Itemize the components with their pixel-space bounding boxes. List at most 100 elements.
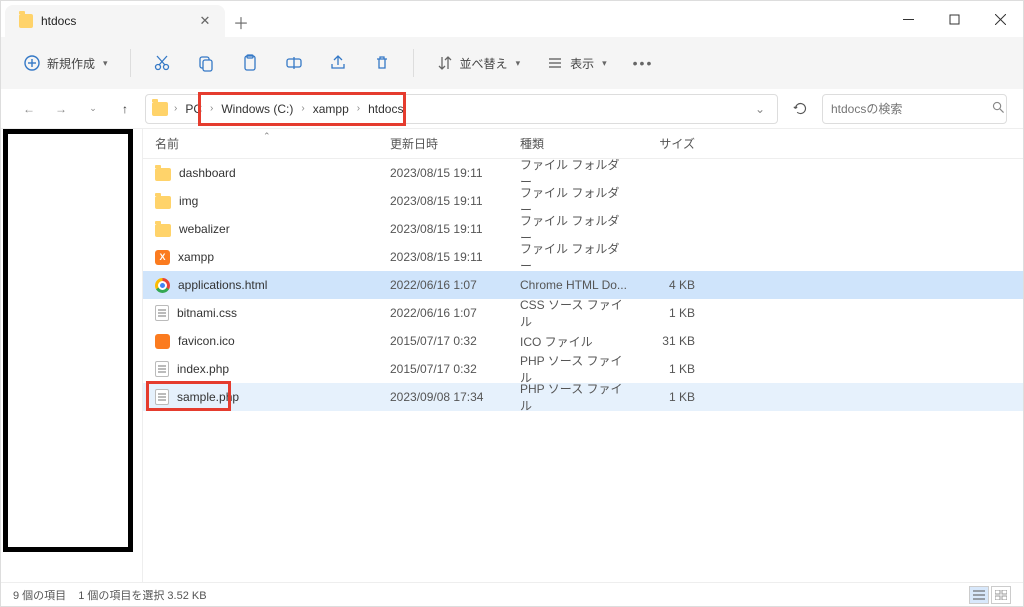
separator xyxy=(130,49,131,77)
search-icon[interactable] xyxy=(992,101,1005,117)
file-list: dashboard2023/08/15 19:11ファイル フォルダーimg20… xyxy=(143,159,1023,582)
nav-arrows: ← → ⌄ ↑ xyxy=(17,97,137,121)
chevron-down-icon[interactable]: ⌄ xyxy=(755,102,765,116)
chevron-down-icon: ▾ xyxy=(516,58,521,69)
window-controls xyxy=(885,1,1023,37)
folder-icon xyxy=(155,168,171,181)
status-count: 9 個の項目 xyxy=(13,587,66,603)
statusbar: 9 個の項目 1 個の項目を選択 3.52 KB xyxy=(1,582,1023,606)
ico-icon xyxy=(155,334,170,349)
up-button[interactable]: ↑ xyxy=(113,97,137,121)
file-row[interactable]: sample.php2023/09/08 17:34PHP ソース ファイル1 … xyxy=(143,383,1023,411)
new-button[interactable]: 新規作成 ▾ xyxy=(13,48,118,78)
scissors-icon xyxy=(153,54,171,72)
column-headers: ⌃ 名前 更新日時 種類 サイズ xyxy=(143,129,1023,159)
share-button[interactable] xyxy=(319,48,357,78)
col-header-date[interactable]: 更新日時 xyxy=(390,135,520,152)
file-name: xampp xyxy=(178,250,214,264)
file-row[interactable]: index.php2015/07/17 0:32PHP ソース ファイル1 KB xyxy=(143,355,1023,383)
list-icon xyxy=(546,54,564,72)
file-row[interactable]: dashboard2023/08/15 19:11ファイル フォルダー xyxy=(143,159,1023,187)
page-icon xyxy=(155,305,169,321)
details-view-button[interactable] xyxy=(969,586,989,604)
sidebar xyxy=(1,129,143,582)
folder-icon xyxy=(155,196,171,209)
view-label: 表示 xyxy=(570,55,594,72)
cell-date: 2023/08/15 19:11 xyxy=(390,250,520,264)
file-row[interactable]: bitnami.css2022/06/16 1:07CSS ソース ファイル1 … xyxy=(143,299,1023,327)
breadcrumb-item[interactable]: Windows (C:) xyxy=(215,100,299,118)
delete-button[interactable] xyxy=(363,48,401,78)
toolbar: 新規作成 ▾ 並べ替え ▾ 表示 ▾ ••• xyxy=(1,37,1023,89)
view-toggle xyxy=(969,586,1011,604)
cell-date: 2022/06/16 1:07 xyxy=(390,306,520,320)
file-name: favicon.ico xyxy=(178,334,235,348)
chevron-right-icon: › xyxy=(210,103,213,114)
cell-size: 1 KB xyxy=(628,306,703,320)
cell-type: ファイル フォルダー xyxy=(520,240,628,274)
cell-name: dashboard xyxy=(155,166,390,181)
cell-date: 2015/07/17 0:32 xyxy=(390,362,520,376)
cut-button[interactable] xyxy=(143,48,181,78)
breadcrumb-item[interactable]: htdocs xyxy=(362,100,409,118)
breadcrumb-item[interactable]: xampp xyxy=(307,100,355,118)
page-icon xyxy=(155,389,169,405)
sort-label: 並べ替え xyxy=(460,55,508,72)
back-button[interactable]: ← xyxy=(17,97,41,121)
maximize-button[interactable] xyxy=(931,1,977,37)
titlebar-drag xyxy=(257,1,885,37)
minimize-button[interactable] xyxy=(885,1,931,37)
chevron-right-icon: › xyxy=(357,103,360,114)
chevron-down-icon: ▾ xyxy=(103,58,108,69)
folder-icon xyxy=(155,224,171,237)
chevron-down-icon: ▾ xyxy=(602,58,607,69)
breadcrumb-item[interactable]: PC xyxy=(179,100,208,118)
copy-icon xyxy=(197,54,215,72)
file-name: index.php xyxy=(177,362,229,376)
file-name: img xyxy=(179,194,198,208)
search-box[interactable] xyxy=(822,94,1007,124)
recent-button[interactable]: ⌄ xyxy=(81,97,105,121)
separator xyxy=(413,49,414,77)
cell-size: 1 KB xyxy=(628,362,703,376)
col-header-size[interactable]: サイズ xyxy=(628,135,703,152)
sort-button[interactable]: 並べ替え ▾ xyxy=(426,48,531,78)
file-row[interactable]: Xxampp2023/08/15 19:11ファイル フォルダー xyxy=(143,243,1023,271)
file-name: webalizer xyxy=(179,222,230,236)
rename-button[interactable] xyxy=(275,48,313,78)
file-row[interactable]: applications.html 2022/06/16 1:07Chrome H… xyxy=(143,271,1023,299)
file-row[interactable]: img2023/08/15 19:11ファイル フォルダー xyxy=(143,187,1023,215)
col-header-type[interactable]: 種類 xyxy=(520,135,628,152)
main: ⌃ 名前 更新日時 種類 サイズ dashboard 2023/08/15 19:… xyxy=(1,129,1023,582)
cell-date: 2023/08/15 19:11 xyxy=(390,166,520,180)
tab-current[interactable]: htdocs ✕ xyxy=(5,5,225,37)
breadcrumb[interactable]: › PC › Windows (C:) › xampp › htdocs ⌄ xyxy=(145,94,778,124)
close-icon[interactable]: ✕ xyxy=(197,13,213,29)
titlebar: htdocs ✕ ＋ xyxy=(1,1,1023,37)
ellipsis-icon: ••• xyxy=(633,55,654,71)
forward-button[interactable]: → xyxy=(49,97,73,121)
folder-icon xyxy=(152,102,168,116)
cell-type: Chrome HTML Do... xyxy=(520,278,628,292)
breadcrumb-right: ⌄ xyxy=(755,102,771,116)
file-row[interactable]: webalizer2023/08/15 19:11ファイル フォルダー xyxy=(143,215,1023,243)
cell-name: sample.php xyxy=(155,389,390,405)
file-name: dashboard xyxy=(179,166,236,180)
view-button[interactable]: 表示 ▾ xyxy=(536,48,617,78)
cell-date: 2022/06/16 1:07 xyxy=(390,278,520,292)
cell-size: 4 KB xyxy=(628,278,703,292)
new-tab-button[interactable]: ＋ xyxy=(225,7,257,37)
paste-button[interactable] xyxy=(231,48,269,78)
chevron-right-icon: › xyxy=(301,103,304,114)
thumbnails-view-button[interactable] xyxy=(991,586,1011,604)
cell-size: 31 KB xyxy=(628,334,703,348)
close-window-button[interactable] xyxy=(977,1,1023,37)
refresh-button[interactable] xyxy=(786,95,814,123)
copy-button[interactable] xyxy=(187,48,225,78)
clipboard-icon xyxy=(241,54,259,72)
file-name: applications.html xyxy=(178,278,267,292)
more-button[interactable]: ••• xyxy=(623,49,664,77)
search-input[interactable] xyxy=(831,102,986,116)
file-row[interactable]: favicon.ico2015/07/17 0:32ICO ファイル31 KB xyxy=(143,327,1023,355)
col-header-name[interactable]: 名前 xyxy=(155,135,390,152)
